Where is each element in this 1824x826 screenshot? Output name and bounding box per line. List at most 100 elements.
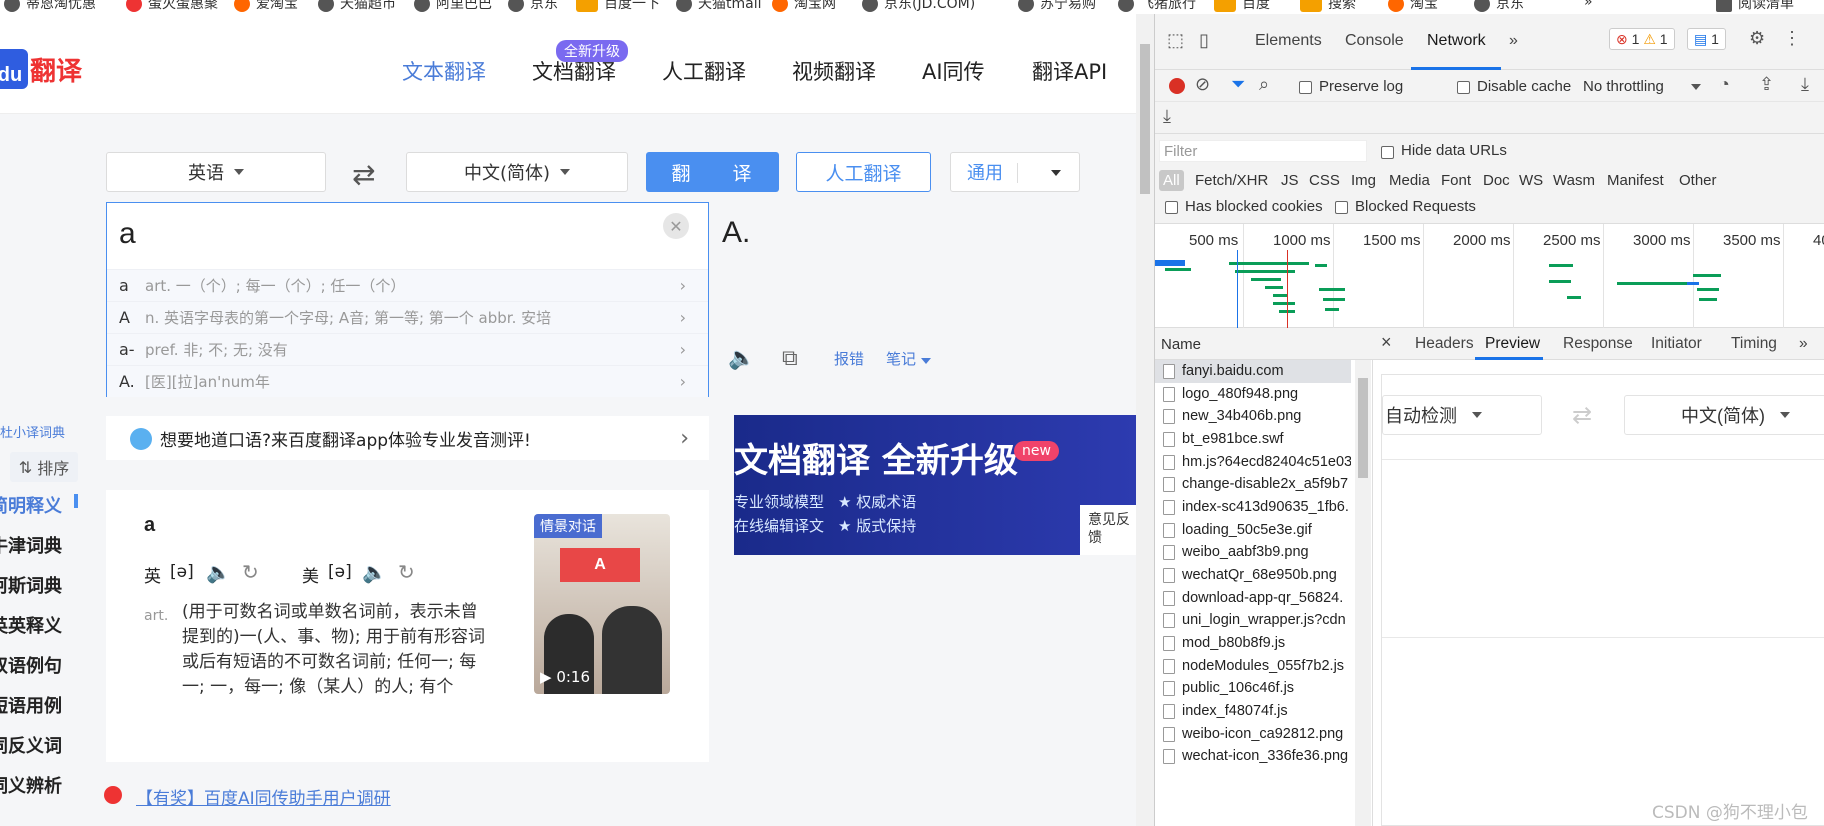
speaker-icon[interactable]: 🔈 — [206, 560, 231, 584]
request-row[interactable]: change-disable2x_a5f9b7 — [1155, 473, 1351, 496]
type-filter-css[interactable]: CSS — [1305, 170, 1344, 191]
blocked-cookies-checkbox[interactable] — [1165, 201, 1178, 214]
messages-badge[interactable]: ▤ 1 — [1687, 28, 1726, 50]
sidebar-item-oxford[interactable]: 牛津词典 — [0, 532, 62, 558]
request-row[interactable]: wechatQr_68e950b.png — [1155, 564, 1351, 587]
gear-icon[interactable]: ⚙ — [1749, 28, 1765, 49]
inspect-element-icon[interactable]: ⬚ — [1167, 30, 1184, 51]
request-row[interactable]: index_f48074f.js — [1155, 700, 1351, 723]
replay-icon[interactable]: ↻ — [242, 560, 259, 584]
type-filter-img[interactable]: Img — [1347, 170, 1380, 191]
copy-icon[interactable]: ⧉ — [782, 346, 798, 371]
request-row[interactable]: mod_b80b8f9.js — [1155, 632, 1351, 655]
request-row[interactable]: download-app-qr_56824. — [1155, 587, 1351, 610]
type-filter-media[interactable]: Media — [1385, 170, 1434, 191]
request-row[interactable]: weibo-icon_ca92812.png — [1155, 723, 1351, 746]
bookmark-item[interactable]: 京东(JD.COM) — [862, 0, 975, 12]
tab-preview[interactable]: Preview — [1485, 335, 1540, 353]
play-icon[interactable]: ▶ — [540, 668, 552, 686]
translate-button[interactable]: 翻 译 — [646, 152, 779, 192]
scrollbar-thumb[interactable] — [1140, 44, 1150, 194]
export-icon[interactable]: ⤓ — [1801, 74, 1809, 95]
issues-badge[interactable]: ⊗ 1 ⚠ 1 — [1609, 28, 1675, 50]
nav-translate-api[interactable]: 翻译API — [1032, 56, 1107, 86]
scrollbar-thumb[interactable] — [1358, 378, 1368, 478]
bookmark-item[interactable]: 淘宝 — [1388, 0, 1438, 12]
feedback-button[interactable]: 意见反馈 — [1080, 505, 1136, 555]
type-filter-other[interactable]: Other — [1675, 170, 1721, 191]
type-filter-wasm[interactable]: Wasm — [1549, 170, 1599, 191]
sidebar-item-phrases[interactable]: 短语用例 — [0, 692, 62, 718]
kebab-menu-icon[interactable]: ⋮ — [1783, 28, 1801, 49]
hide-data-urls-checkbox[interactable] — [1381, 146, 1394, 159]
scene-video[interactable]: 情景对话 A ▶ 0:16 — [534, 514, 670, 694]
request-row[interactable]: fanyi.baidu.com — [1155, 360, 1351, 383]
nav-text-translate[interactable]: 文本翻译 — [402, 56, 486, 86]
more-tabs-button[interactable]: » — [1799, 335, 1808, 353]
replay-icon[interactable]: ↻ — [398, 560, 415, 584]
close-icon[interactable]: ✕ — [663, 213, 689, 239]
bookmark-item[interactable]: 京东 — [508, 0, 558, 12]
close-icon[interactable]: × — [1381, 332, 1392, 353]
blocked-requests-checkbox[interactable] — [1335, 201, 1348, 214]
nav-video-translate[interactable]: 视频翻译 — [792, 56, 876, 86]
bookmark-item[interactable]: 天猫tmall — [676, 0, 762, 12]
bookmark-item[interactable]: 百度 — [1214, 0, 1270, 12]
network-timeline-overview[interactable]: 500 ms 1000 ms 1500 ms 2000 ms 2500 ms 3… — [1155, 224, 1824, 328]
tab-initiator[interactable]: Initiator — [1651, 335, 1702, 353]
filter-input[interactable]: Filter — [1159, 140, 1367, 162]
type-filter-js[interactable]: JS — [1277, 170, 1303, 191]
preview-target-select[interactable]: 中文(简体) — [1624, 395, 1824, 435]
suggestion-item[interactable]: a art. 一（个）; 每一（个）; 任一（个） › — [107, 269, 708, 301]
request-list-scrollbar[interactable] — [1355, 360, 1371, 826]
bookmark-item[interactable]: 淘宝网 — [772, 0, 836, 12]
bookmarks-overflow-button[interactable]: » — [1584, 0, 1593, 9]
nav-human-translate[interactable]: 人工翻译 — [662, 56, 746, 86]
network-conditions-icon[interactable]: ◔ — [1719, 74, 1730, 95]
doc-translate-ad[interactable]: 文档翻译 全新升级 new 专业领域模型 ★ 权威术语 在线编辑译文 ★ 版式保… — [734, 415, 1136, 555]
request-row[interactable]: bt_e981bce.swf — [1155, 428, 1351, 451]
import-icon[interactable]: ⇪ — [1759, 74, 1774, 95]
disable-cache-checkbox[interactable] — [1457, 81, 1470, 94]
human-translate-button[interactable]: 人工翻译 — [796, 152, 931, 192]
type-filter-doc[interactable]: Doc — [1479, 170, 1514, 191]
tab-response[interactable]: Response — [1563, 335, 1633, 353]
throttling-select[interactable]: No throttling — [1583, 78, 1664, 95]
suggestion-item[interactable]: A. [医][拉]an'num年 › — [107, 365, 708, 397]
suggestion-item[interactable]: An. 英语字母表的第一个字母; A音; 第一等; 第一个 abbr. 安培 › — [107, 301, 708, 333]
request-row[interactable]: index-sc413d90635_1fb6. — [1155, 496, 1351, 519]
more-tabs-button[interactable]: » — [1509, 32, 1518, 50]
request-row[interactable]: logo_480f948.png — [1155, 383, 1351, 406]
input-text[interactable]: a — [119, 217, 136, 251]
report-error-link[interactable]: 报错 — [834, 348, 864, 369]
sort-button[interactable]: ⇅ 排序 — [10, 452, 78, 482]
app-promo-banner[interactable]: 想要地道口语?来百度翻译app体验专业发音测评! › — [106, 416, 709, 460]
preserve-log-checkbox[interactable] — [1299, 81, 1312, 94]
bookmark-item[interactable]: 蒂恩淘优惠 — [4, 0, 96, 12]
bookmark-item[interactable]: 搜索 — [1300, 0, 1356, 12]
bookmark-item[interactable]: 飞猪旅行 — [1118, 0, 1196, 12]
device-toolbar-icon[interactable]: ▯ — [1199, 30, 1209, 51]
survey-link[interactable]: 【有奖】百度AI同传助手用户调研 — [106, 784, 391, 809]
clear-icon[interactable]: ⊘ — [1195, 74, 1210, 95]
type-filter-all[interactable]: All — [1159, 170, 1184, 191]
source-language-select[interactable]: 英语 — [106, 152, 326, 192]
sidebar-item-collins[interactable]: 柯斯词典 — [0, 572, 62, 598]
type-filter-fetch[interactable]: Fetch/XHR — [1191, 170, 1272, 191]
notes-link[interactable]: 笔记 — [886, 348, 931, 369]
request-row[interactable]: hm.js?64ecd82404c51e03 — [1155, 451, 1351, 474]
source-text-input[interactable]: a ✕ a art. 一（个）; 每一（个）; 任一（个） › An. 英语字母表的… — [106, 202, 709, 397]
type-filter-manifest[interactable]: Manifest — [1603, 170, 1668, 191]
sidebar-item-en-en[interactable]: 英英释义 — [0, 612, 62, 638]
type-filter-font[interactable]: Font — [1437, 170, 1475, 191]
download-icon[interactable]: ⤓ — [1163, 106, 1171, 127]
record-icon[interactable] — [1169, 78, 1185, 94]
type-filter-ws[interactable]: WS — [1515, 170, 1547, 191]
filter-icon[interactable]: ⏷ — [1231, 74, 1245, 95]
request-row[interactable]: new_34b406b.png — [1155, 405, 1351, 428]
tab-console[interactable]: Console — [1345, 32, 1404, 50]
bookmark-item[interactable]: 爱淘宝 — [234, 0, 298, 12]
nav-ai-interpret[interactable]: AI同传 — [922, 56, 985, 86]
preview-source-select[interactable]: 自动检测 — [1382, 395, 1542, 435]
page-scrollbar[interactable] — [1136, 14, 1154, 826]
